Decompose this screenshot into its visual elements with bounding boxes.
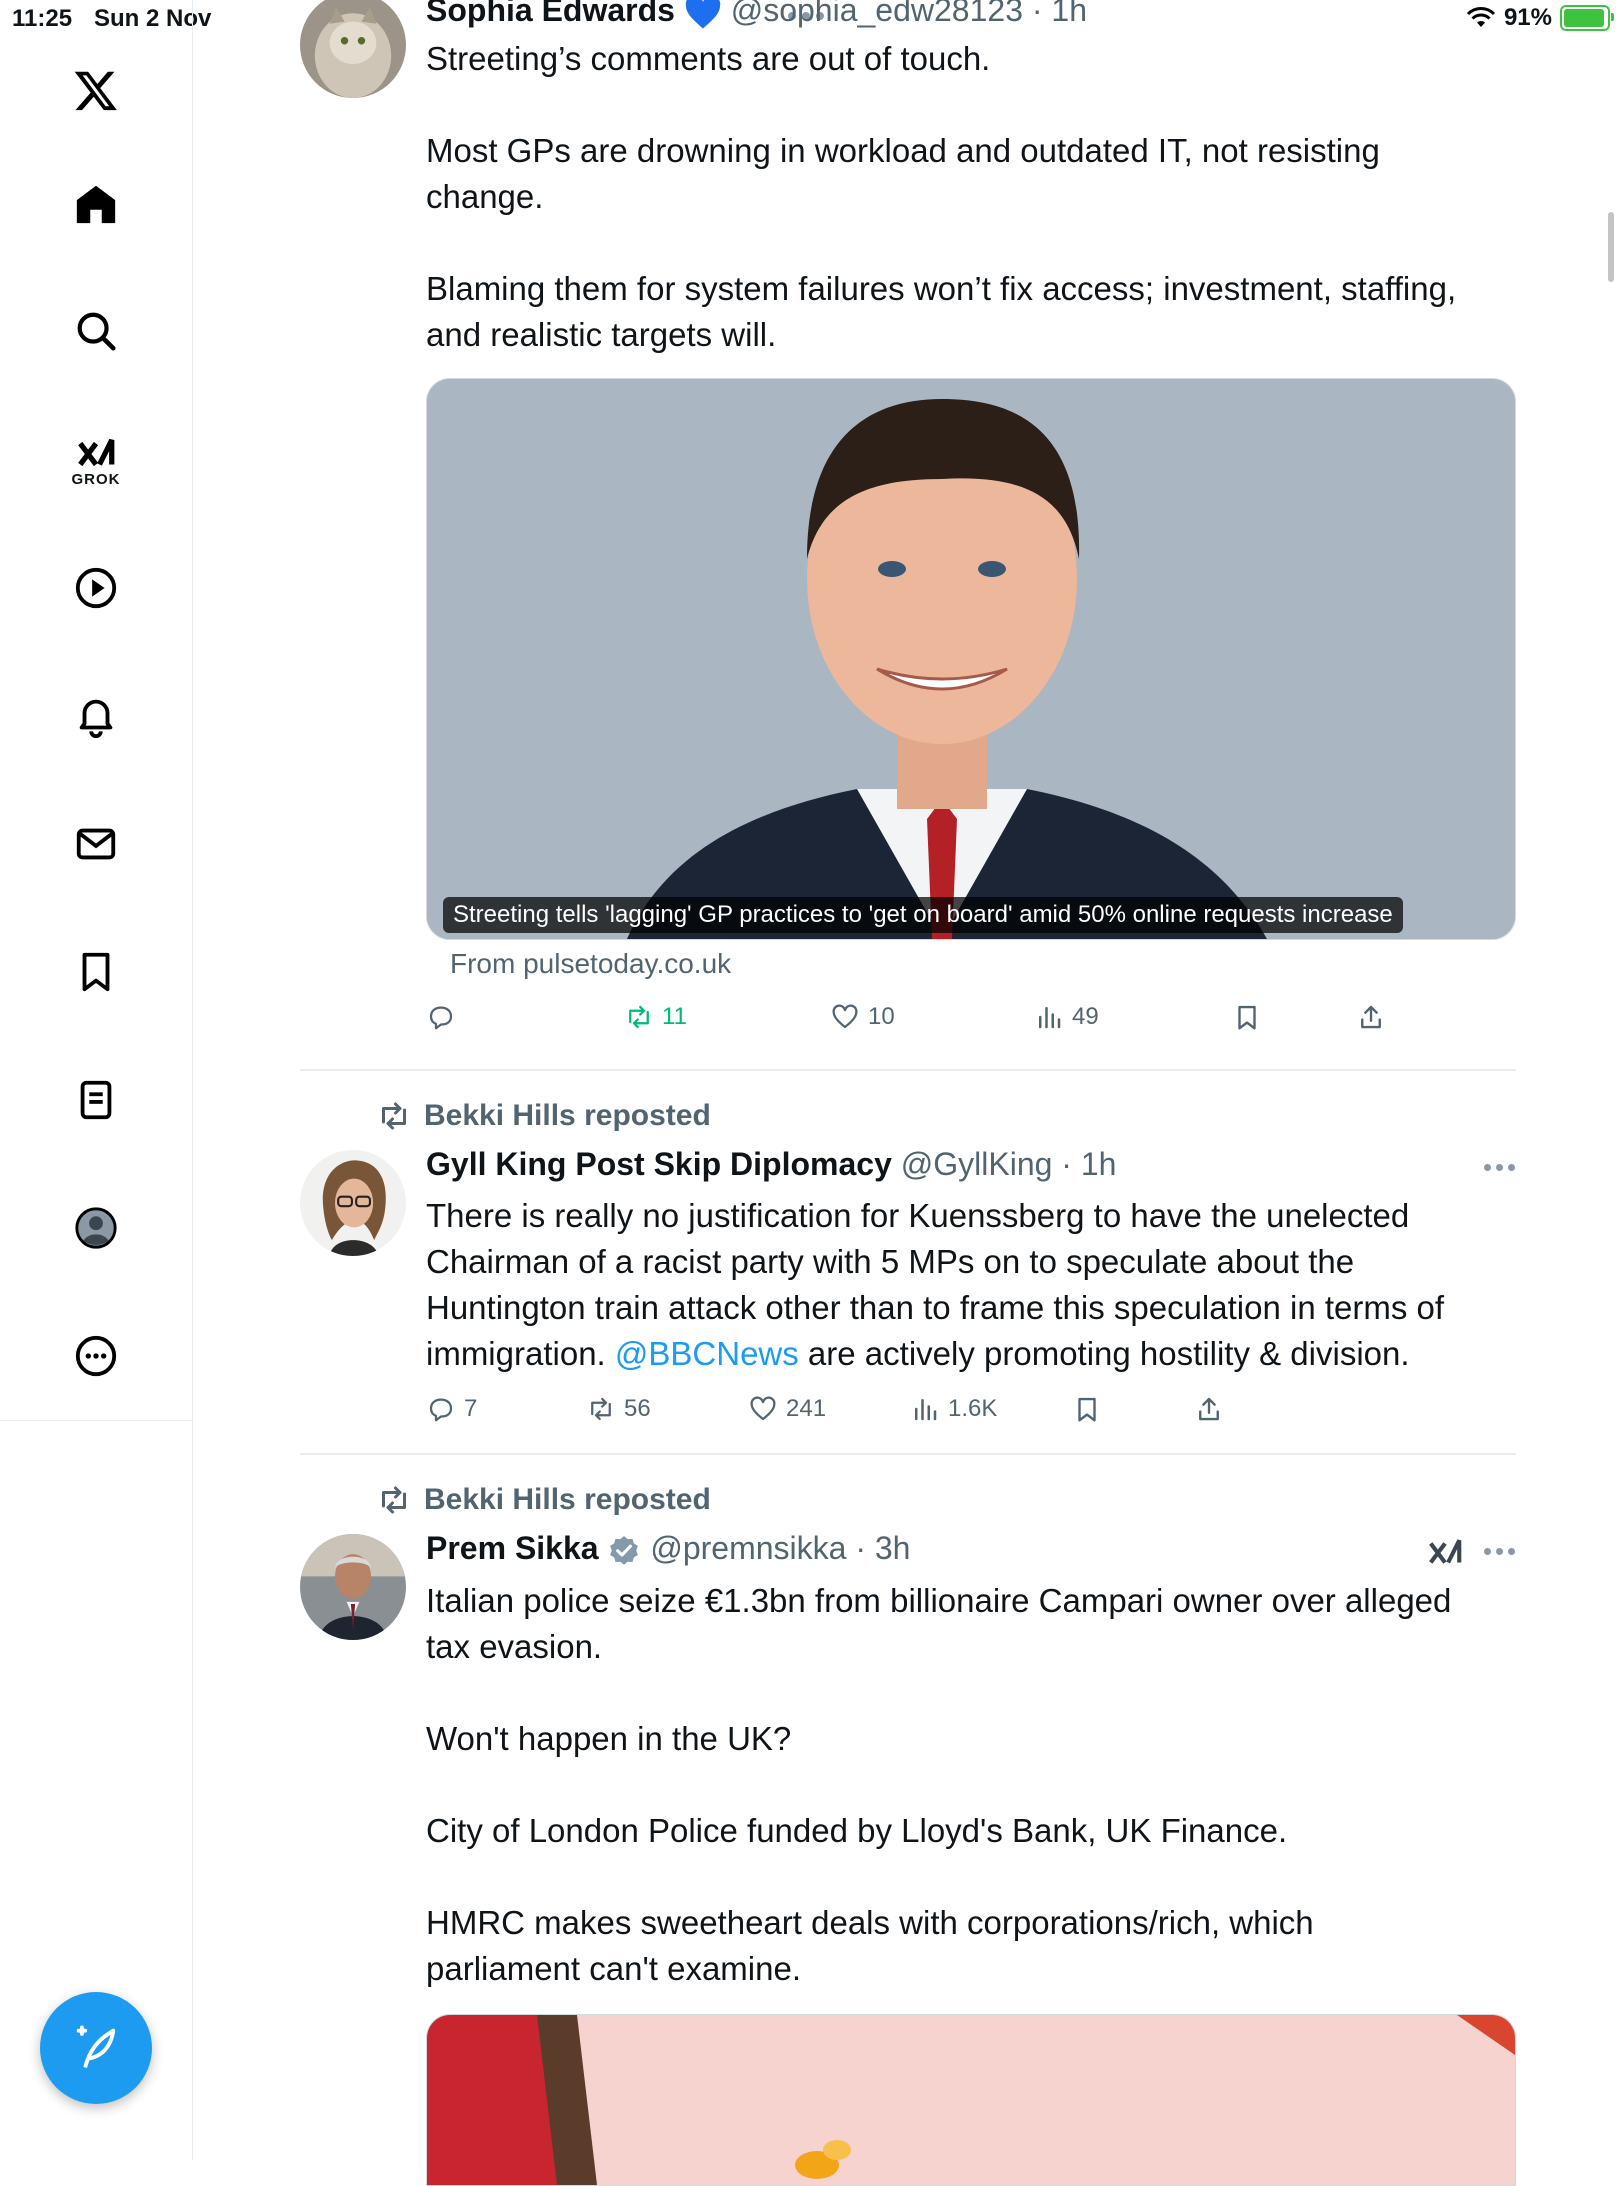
- blue-heart-icon: [685, 0, 721, 29]
- tweet-header: Sophia Edwards @sophia_edw28123 · 1h: [426, 0, 1087, 30]
- reply-icon: [429, 1006, 453, 1030]
- view-count: 49: [1072, 1003, 1099, 1030]
- repost-label: Bekki Hills reposted: [424, 1099, 711, 1132]
- avatar[interactable]: [300, 1150, 406, 1256]
- share-button[interactable]: [1194, 1394, 1224, 1424]
- tweet-text-part: are actively promoting hostility & divis…: [798, 1335, 1410, 1372]
- share-icon: [1361, 1005, 1381, 1029]
- tweet-text: There is really no justification for Kue…: [426, 1193, 1526, 1377]
- reply-button[interactable]: 7: [426, 1394, 477, 1424]
- compose-icon: [76, 2025, 116, 2069]
- tweet-text: Streeting’s comments are out of touch. M…: [426, 40, 1457, 353]
- bookmark-icon: [1078, 1397, 1096, 1422]
- mail-icon[interactable]: [56, 804, 136, 884]
- repost-indicator[interactable]: Bekki Hills reposted: [376, 1482, 711, 1518]
- retweet-icon: [591, 1397, 611, 1421]
- timestamp[interactable]: · 1h: [1061, 1146, 1116, 1182]
- search-icon[interactable]: [56, 291, 136, 371]
- avatar[interactable]: [300, 0, 406, 98]
- compose-button[interactable]: [40, 1992, 152, 2104]
- like-button[interactable]: 10: [830, 1002, 895, 1032]
- bell-icon[interactable]: [56, 676, 136, 756]
- view-count: 1.6K: [948, 1395, 998, 1422]
- wifi-icon: [1466, 7, 1496, 27]
- like-count: 10: [868, 1003, 895, 1030]
- display-name[interactable]: Prem Sikka: [426, 1530, 599, 1566]
- analytics-icon: [915, 1399, 937, 1421]
- handle[interactable]: @sophia_edw28123: [731, 0, 1023, 28]
- retweet-count: 11: [662, 1003, 687, 1030]
- more-options-icon[interactable]: [1484, 1548, 1515, 1555]
- views-button[interactable]: 49: [1034, 1002, 1099, 1032]
- handle[interactable]: @premnsikka: [650, 1530, 846, 1566]
- heart-icon: [750, 1396, 776, 1421]
- x-logo-icon[interactable]: [56, 50, 136, 130]
- divider: [300, 1069, 1516, 1071]
- heart-icon: [832, 1004, 858, 1029]
- bookmark-button[interactable]: [1232, 1002, 1262, 1032]
- analytics-icon: [1039, 1007, 1061, 1029]
- share-button[interactable]: [1356, 1002, 1386, 1032]
- display-name[interactable]: Gyll King Post Skip Diplomacy: [426, 1146, 892, 1182]
- retweet-icon: [382, 1102, 406, 1130]
- tweet-header: Prem Sikka @premnsikka · 3h: [426, 1530, 910, 1568]
- profile-icon[interactable]: [56, 1188, 136, 1268]
- sidebar-border: [192, 1420, 193, 2160]
- retweet-icon: [629, 1005, 649, 1029]
- tweet-image[interactable]: [426, 2014, 1516, 2186]
- grok-icon[interactable]: GROK: [56, 420, 136, 500]
- grok-label: GROK: [71, 470, 121, 488]
- link-card-image[interactable]: Streeting tells 'lagging' GP practices t…: [426, 378, 1516, 940]
- lists-icon[interactable]: [56, 1060, 136, 1140]
- bookmark-icon: [1238, 1005, 1256, 1030]
- timestamp[interactable]: · 1h: [1032, 0, 1087, 28]
- reply-button[interactable]: [426, 1002, 464, 1032]
- like-count: 241: [786, 1395, 827, 1422]
- retweet-icon: [382, 1486, 406, 1514]
- share-icon: [1199, 1397, 1219, 1421]
- reply-icon: [429, 1398, 453, 1422]
- battery-icon: [1560, 5, 1614, 31]
- tweet-header: Gyll King Post Skip Diplomacy @GyllKing …: [426, 1146, 1116, 1183]
- video-play-icon[interactable]: [56, 548, 136, 628]
- repost-label: Bekki Hills reposted: [424, 1483, 711, 1516]
- retweet-button[interactable]: 11: [624, 1002, 687, 1032]
- status-right: 91%: [1466, 4, 1614, 32]
- reply-count: 7: [464, 1395, 478, 1422]
- more-options-icon[interactable]: [1484, 1164, 1515, 1171]
- link-source[interactable]: From pulsetoday.co.uk: [450, 948, 731, 980]
- more-icon[interactable]: [56, 1316, 136, 1396]
- home-icon[interactable]: [56, 164, 136, 244]
- scrollbar[interactable]: [1608, 212, 1614, 282]
- repost-indicator[interactable]: Bekki Hills reposted: [376, 1098, 711, 1134]
- timestamp[interactable]: · 3h: [855, 1530, 910, 1566]
- battery-percent: 91%: [1503, 4, 1552, 31]
- views-button[interactable]: 1.6K: [910, 1394, 997, 1424]
- tweet-text: Italian police seize €1.3bn from billion…: [426, 1582, 1452, 1987]
- mention-link[interactable]: @BBCNews: [615, 1335, 799, 1372]
- retweet-count: 56: [624, 1395, 651, 1422]
- sidebar: GROK: [0, 0, 193, 1421]
- display-name[interactable]: Sophia Edwards: [426, 0, 675, 28]
- divider: [300, 1453, 1516, 1455]
- like-button[interactable]: 241: [748, 1394, 826, 1424]
- bookmark-button[interactable]: [1072, 1394, 1102, 1424]
- portrait-image: [427, 379, 1515, 939]
- handle[interactable]: @GyllKing: [901, 1146, 1053, 1182]
- retweet-button[interactable]: 56: [586, 1394, 651, 1424]
- avatar[interactable]: [300, 1534, 406, 1640]
- grok-icon[interactable]: [1426, 1534, 1464, 1577]
- bookmark-icon[interactable]: [56, 932, 136, 1012]
- media-caption: Streeting tells 'lagging' GP practices t…: [443, 897, 1403, 933]
- verified-badge-icon: [610, 1535, 639, 1565]
